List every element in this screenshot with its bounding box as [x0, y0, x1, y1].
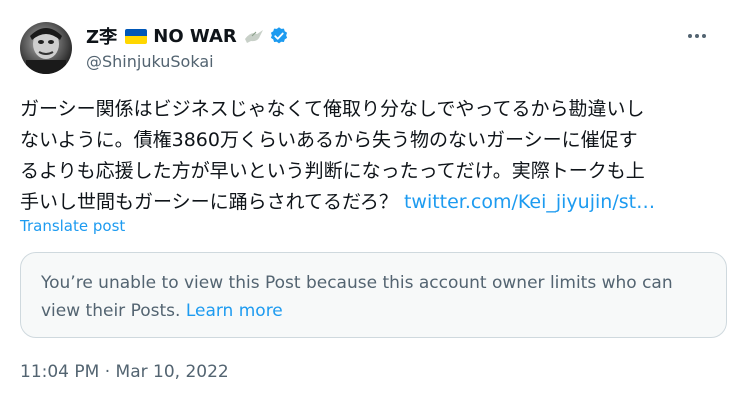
translate-post-link[interactable]: Translate post	[20, 217, 125, 235]
ukraine-flag-icon	[125, 28, 148, 44]
verified-badge-icon[interactable]	[269, 26, 289, 46]
no-war-label: NO WAR	[153, 25, 237, 47]
tweet: Z李 NO WAR @ShinjukuSokai ガーシー関係はビジネスじゃなく…	[0, 0, 731, 400]
post-text-line: るよりも応援した方が早いという判断になったってだけ。実際トークも上	[20, 160, 645, 182]
notice-message: You’re unable to view this Post because …	[41, 273, 673, 321]
author-handle[interactable]: @ShinjukuSokai	[86, 52, 289, 71]
display-name-row[interactable]: Z李 NO WAR	[86, 24, 289, 48]
post-header: Z李 NO WAR @ShinjukuSokai	[20, 20, 711, 76]
quoted-link[interactable]: twitter.com/Kei_jiyujin/st…	[404, 191, 655, 213]
learn-more-link[interactable]: Learn more	[186, 301, 283, 321]
post-timestamp[interactable]: 11:04 PM · Mar 10, 2022	[20, 362, 229, 382]
post-text: ガーシー関係はビジネスじゃなくて俺取り分なしでやってるから勘違いし ないように。…	[20, 94, 720, 218]
post-text-line: ないように。債権3860万くらいあるから失う物のないガーシーに催促す	[20, 129, 638, 151]
display-name[interactable]: Z李	[86, 23, 117, 49]
unavailable-post-notice: You’re unable to view this Post because …	[20, 252, 727, 338]
post-text-line: 手いし世間もガーシーに踊らされてるだろ？	[20, 191, 404, 213]
post-text-line: ガーシー関係はビジネスじゃなくて俺取り分なしでやってるから勘違いし	[20, 98, 645, 120]
dove-icon	[244, 30, 263, 43]
more-icon[interactable]	[683, 24, 711, 48]
author-names: Z李 NO WAR @ShinjukuSokai	[86, 24, 289, 71]
avatar[interactable]	[20, 22, 72, 74]
